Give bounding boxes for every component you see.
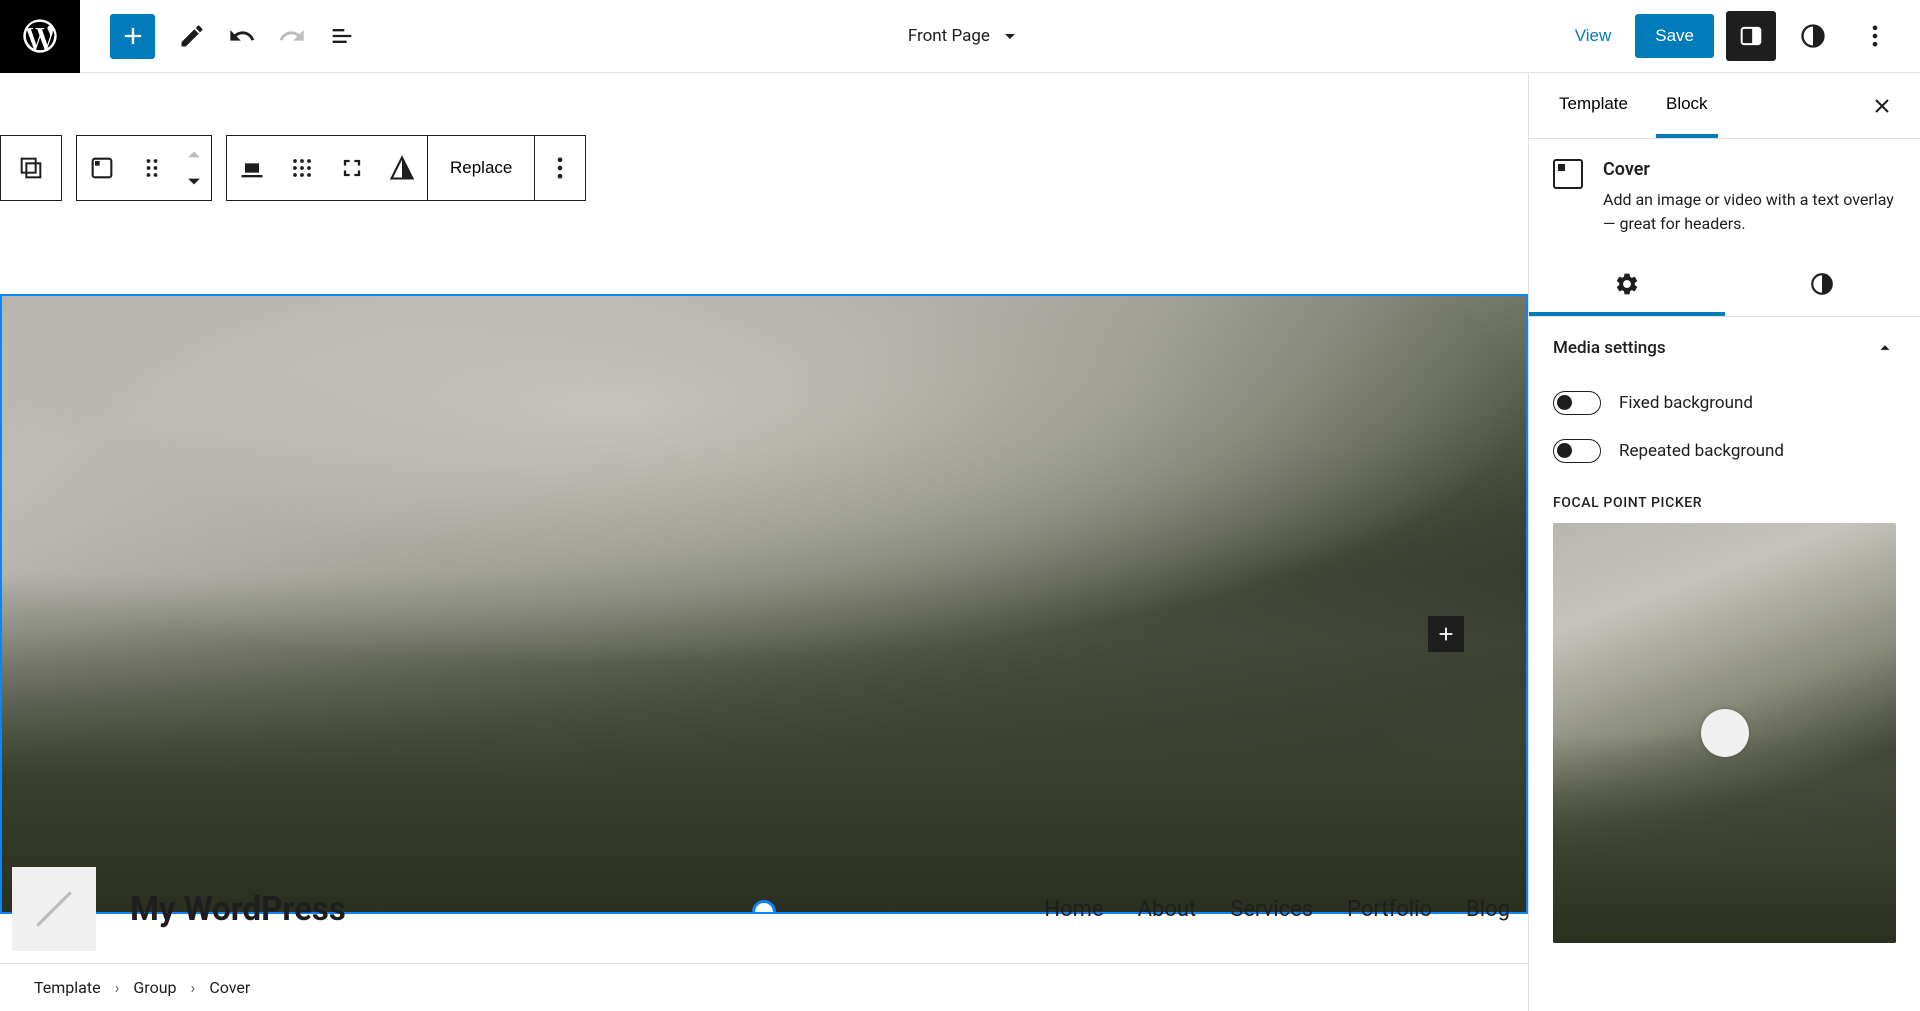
block-type-button[interactable] xyxy=(77,136,127,200)
focal-point-handle[interactable] xyxy=(1701,709,1749,757)
styles-tab[interactable] xyxy=(1725,256,1920,316)
site-header: My WordPress Home About Services Portfol… xyxy=(12,867,1514,951)
document-title: Front Page xyxy=(908,26,990,46)
wordpress-icon xyxy=(20,16,60,56)
wordpress-logo[interactable] xyxy=(0,0,80,73)
top-right-tools: View Save xyxy=(1563,11,1920,61)
tab-template[interactable]: Template xyxy=(1549,73,1638,138)
site-title[interactable]: My WordPress xyxy=(130,890,346,929)
options-button[interactable] xyxy=(1850,11,1900,61)
document-title-area[interactable]: Front Page xyxy=(367,24,1563,48)
save-button[interactable]: Save xyxy=(1635,14,1714,58)
breadcrumb-item[interactable]: Cover xyxy=(209,978,250,997)
move-down-button[interactable] xyxy=(180,171,208,191)
focal-point-label: Focal Point Picker xyxy=(1529,475,1920,523)
drag-handle[interactable] xyxy=(127,136,177,200)
cover-block[interactable] xyxy=(0,294,1528,914)
editor-canvas: Replace My WordPress Home About Services… xyxy=(0,73,1528,1011)
chevron-up-icon xyxy=(1874,337,1896,359)
repeated-background-toggle[interactable] xyxy=(1553,439,1601,463)
redo-button[interactable] xyxy=(267,11,317,61)
view-button[interactable]: View xyxy=(1563,18,1624,54)
toggle-label: Fixed background xyxy=(1619,393,1753,413)
block-options-button[interactable] xyxy=(535,136,585,200)
media-settings-panel-header[interactable]: Media settings xyxy=(1529,317,1920,379)
chevron-down-icon xyxy=(998,24,1022,48)
undo-button[interactable] xyxy=(217,11,267,61)
top-toolbar: Front Page View Save xyxy=(0,0,1920,73)
document-overview-button[interactable] xyxy=(317,11,367,61)
breadcrumb-item[interactable]: Template xyxy=(34,978,101,997)
select-parent-button[interactable] xyxy=(1,136,61,200)
sidebar-toggle-button[interactable] xyxy=(1726,11,1776,61)
add-block-inside-button[interactable] xyxy=(1428,616,1464,652)
focal-point-picker[interactable] xyxy=(1553,523,1896,943)
nav-item[interactable]: Portfolio xyxy=(1347,897,1432,922)
tools-button[interactable] xyxy=(167,11,217,61)
move-up-button[interactable] xyxy=(180,145,208,165)
settings-sidebar: Template Block Cover Add an image or vid… xyxy=(1528,73,1920,1011)
tab-block[interactable]: Block xyxy=(1656,73,1718,138)
top-left-tools xyxy=(80,11,367,61)
fixed-background-toggle[interactable] xyxy=(1553,391,1601,415)
site-logo-placeholder[interactable] xyxy=(12,867,96,951)
block-breadcrumbs: Template › Group › Cover xyxy=(0,963,1528,1011)
nav-item[interactable]: Home xyxy=(1044,897,1103,922)
nav-item[interactable]: Services xyxy=(1230,897,1313,922)
toggle-label: Repeated background xyxy=(1619,441,1784,461)
fullheight-button[interactable] xyxy=(327,136,377,200)
contrast-icon xyxy=(1809,271,1835,297)
duotone-button[interactable] xyxy=(377,136,427,200)
block-description: Add an image or video with a text overla… xyxy=(1603,188,1896,236)
chevron-right-icon: › xyxy=(191,978,196,997)
settings-tab[interactable] xyxy=(1529,256,1725,316)
panel-title: Media settings xyxy=(1553,338,1666,358)
chevron-right-icon: › xyxy=(115,978,120,997)
block-title: Cover xyxy=(1603,159,1896,180)
cover-background xyxy=(2,296,1526,912)
breadcrumb-item[interactable]: Group xyxy=(133,978,176,997)
content-position-button[interactable] xyxy=(277,136,327,200)
add-block-button[interactable] xyxy=(110,14,155,59)
cover-block-icon xyxy=(1553,159,1583,189)
gear-icon xyxy=(1614,271,1640,297)
nav-item[interactable]: About xyxy=(1138,897,1197,922)
align-button[interactable] xyxy=(227,136,277,200)
replace-media-button[interactable]: Replace xyxy=(427,136,535,200)
site-navigation: Home About Services Portfolio Blog xyxy=(1044,897,1514,922)
close-sidebar-button[interactable] xyxy=(1864,88,1900,124)
nav-item[interactable]: Blog xyxy=(1466,897,1510,922)
styles-button[interactable] xyxy=(1788,11,1838,61)
block-toolbar: Replace xyxy=(0,135,586,201)
